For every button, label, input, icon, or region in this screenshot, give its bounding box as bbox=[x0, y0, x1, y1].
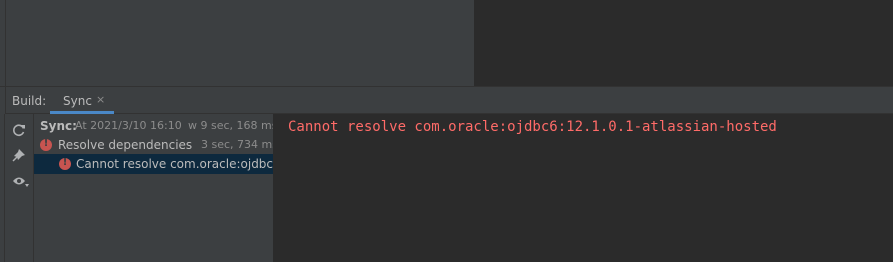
sync-label: Sync: bbox=[40, 119, 77, 133]
editor-right-pane bbox=[474, 0, 893, 86]
tab-sync[interactable]: Sync × bbox=[50, 87, 114, 114]
sync-duration: w 9 sec, 168 ms bbox=[188, 119, 274, 132]
tree-row-resolve-dependencies[interactable]: Resolve dependencies 3 sec, 734 ms bbox=[34, 135, 274, 155]
tree-row-cannot-resolve[interactable]: Cannot resolve com.oracle:ojdbc6 bbox=[34, 154, 274, 174]
resolve-dependencies-duration: 3 sec, 734 ms bbox=[201, 138, 274, 151]
error-icon bbox=[59, 157, 71, 170]
refresh-icon[interactable] bbox=[11, 122, 27, 138]
eye-icon[interactable] bbox=[11, 174, 31, 190]
build-output-console[interactable]: Cannot resolve com.oracle:ojdbc6:12.1.0.… bbox=[274, 114, 893, 262]
tree-row-sync[interactable]: Sync: At 2021/3/10 16:10 w 9 sec, 168 ms bbox=[34, 116, 274, 136]
build-label: Build: bbox=[12, 94, 47, 108]
build-tree: Sync: At 2021/3/10 16:10 w 9 sec, 168 ms… bbox=[34, 114, 274, 262]
editor-left-pane bbox=[0, 0, 474, 86]
cannot-resolve-label: Cannot resolve com.oracle:ojdbc6 bbox=[76, 157, 274, 171]
error-icon bbox=[40, 138, 52, 151]
build-toolbar bbox=[5, 114, 34, 262]
error-message: Cannot resolve com.oracle:ojdbc6:12.1.0.… bbox=[288, 119, 777, 135]
editor-gutter bbox=[5, 0, 6, 86]
tab-sync-label: Sync bbox=[63, 94, 92, 108]
editor-area bbox=[0, 0, 893, 86]
left-stripe bbox=[0, 87, 6, 114]
resolve-dependencies-label: Resolve dependencies bbox=[58, 138, 193, 152]
build-toolwindow-header: Build: Sync × bbox=[0, 87, 893, 114]
build-toolwindow-body: Sync: At 2021/3/10 16:10 w 9 sec, 168 ms… bbox=[0, 114, 893, 262]
sync-timestamp: At 2021/3/10 16:10 bbox=[75, 119, 182, 132]
close-icon[interactable]: × bbox=[96, 93, 105, 106]
pin-icon[interactable] bbox=[11, 147, 27, 163]
